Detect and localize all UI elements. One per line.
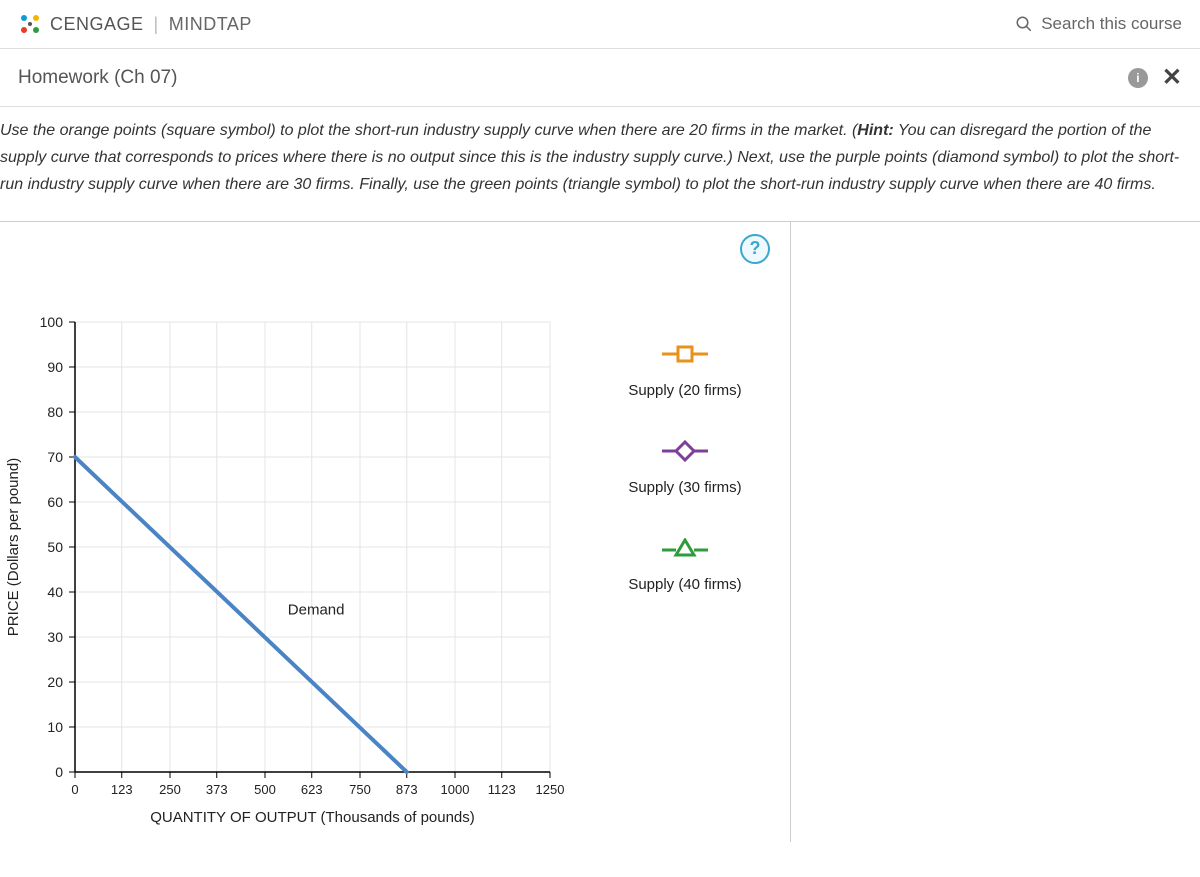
svg-text:750: 750 — [349, 782, 371, 797]
svg-text:0: 0 — [55, 764, 63, 780]
svg-text:100: 100 — [40, 314, 64, 330]
legend-supply-40[interactable]: Supply (40 firms) — [610, 536, 760, 593]
legend-label-20: Supply (20 firms) — [610, 382, 760, 399]
instructions-text: Use the orange points (square symbol) to… — [0, 107, 1200, 217]
svg-text:373: 373 — [206, 782, 228, 797]
svg-text:873: 873 — [396, 782, 418, 797]
supply-demand-chart[interactable]: 0 123 250 373 500 623 750 873 1000 1123 1250 0 10 20 3… — [0, 312, 570, 842]
legend-supply-30[interactable]: Supply (30 firms) — [610, 439, 760, 496]
svg-text:1123: 1123 — [488, 782, 516, 797]
svg-text:QUANTITY OF OUTPUT (Thousands: QUANTITY OF OUTPUT (Thousands of pounds) — [150, 809, 475, 826]
app-header: CENGAGE | MINDTAP Search this course — [0, 0, 1200, 49]
svg-text:1250: 1250 — [536, 782, 565, 797]
panel-divider — [790, 222, 791, 842]
square-icon — [660, 344, 710, 364]
svg-text:20: 20 — [47, 674, 63, 690]
search-icon — [1015, 15, 1033, 33]
svg-text:250: 250 — [159, 782, 181, 797]
legend-label-30: Supply (30 firms) — [610, 479, 760, 496]
diamond-icon — [660, 440, 710, 462]
brand-cengage: CENGAGE — [50, 14, 144, 35]
help-icon[interactable]: ? — [740, 234, 770, 264]
legend-label-40: Supply (40 firms) — [610, 576, 760, 593]
svg-text:50: 50 — [47, 539, 63, 555]
legend-tools: Supply (20 firms) Supply (30 firms) — [570, 312, 760, 633]
svg-text:60: 60 — [47, 494, 63, 510]
svg-text:500: 500 — [254, 782, 276, 797]
close-icon[interactable]: ✕ — [1162, 63, 1182, 92]
search-box[interactable]: Search this course — [1015, 14, 1182, 34]
assignment-title: Homework (Ch 07) — [18, 67, 177, 89]
svg-text:623: 623 — [301, 782, 323, 797]
brand-mindtap: MINDTAP — [169, 14, 252, 35]
cengage-logo-icon — [18, 12, 42, 36]
svg-text:PRICE (Dollars per pound): PRICE (Dollars per pound) — [5, 457, 22, 635]
svg-text:Demand: Demand — [288, 601, 345, 618]
svg-text:80: 80 — [47, 404, 63, 420]
svg-text:0: 0 — [71, 782, 78, 797]
triangle-icon — [660, 538, 710, 558]
svg-text:70: 70 — [47, 449, 63, 465]
legend-supply-20[interactable]: Supply (20 firms) — [610, 342, 760, 399]
brand: CENGAGE | MINDTAP — [18, 12, 252, 36]
svg-text:40: 40 — [47, 584, 63, 600]
brand-separator: | — [154, 14, 159, 35]
assignment-header: Homework (Ch 07) i ✕ — [0, 49, 1200, 107]
svg-text:1000: 1000 — [441, 782, 470, 797]
svg-text:123: 123 — [111, 782, 133, 797]
graph-panel: ? 0 123 250 373 500 623 750 873 1000 1123 1250 0 10 2… — [0, 221, 1200, 842]
svg-text:10: 10 — [47, 719, 63, 735]
search-placeholder: Search this course — [1041, 14, 1182, 34]
svg-text:90: 90 — [47, 359, 63, 375]
info-icon[interactable]: i — [1128, 68, 1148, 88]
svg-text:30: 30 — [47, 629, 63, 645]
